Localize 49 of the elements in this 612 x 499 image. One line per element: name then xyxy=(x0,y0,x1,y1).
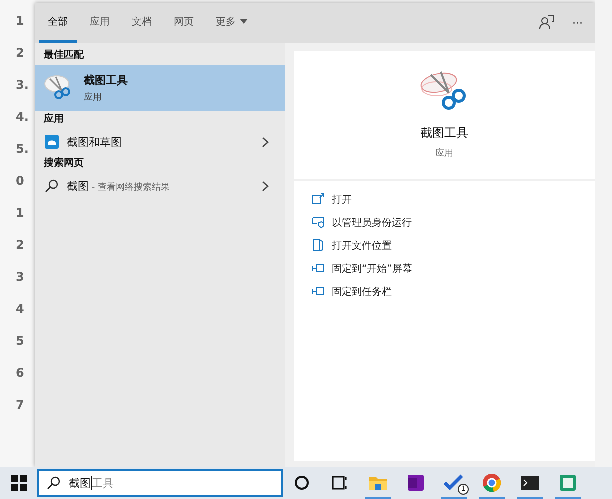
page-text: 6 xyxy=(16,365,24,382)
app-icon xyxy=(45,135,59,149)
action-item[interactable]: 固定到“开始”屏幕 xyxy=(312,260,595,277)
tab[interactable]: 更多 xyxy=(207,3,257,43)
tab[interactable]: 网页 xyxy=(165,3,203,43)
action-item[interactable]: 固定到任务栏 xyxy=(312,283,595,300)
page-text: 3 xyxy=(16,269,24,286)
chevron-icon[interactable] xyxy=(262,136,269,148)
page-text: 4. xyxy=(16,109,29,126)
section-header: 搜索网页 xyxy=(42,156,85,171)
tab[interactable]: 文档 xyxy=(123,3,161,43)
section-header: 应用 xyxy=(43,112,65,127)
page-text: 2 xyxy=(16,237,24,254)
section-header: 最佳匹配 xyxy=(43,48,85,63)
tab[interactable]: 应用 xyxy=(81,3,119,43)
result-title: 截图和草图 xyxy=(67,134,123,150)
page-text: 5. xyxy=(16,141,29,158)
chevron-icon[interactable] xyxy=(262,180,269,192)
page-text: 3. xyxy=(16,77,29,94)
page-text: 1 xyxy=(16,13,24,30)
search-field[interactable]: 截图工具 xyxy=(37,469,283,497)
browser-icon[interactable] xyxy=(481,472,503,494)
app-type: 应用 xyxy=(436,148,454,160)
result-title: 截图 - 查看网络搜索结果 xyxy=(67,178,171,194)
action-item[interactable]: 打开 xyxy=(312,191,595,208)
open-icon xyxy=(312,193,325,206)
search-icon xyxy=(47,476,61,490)
result-item[interactable]: 截图和草图 xyxy=(35,129,285,155)
shield-icon xyxy=(312,216,325,229)
windows-icon[interactable] xyxy=(11,475,27,491)
page-text: 0 xyxy=(16,173,24,190)
page-text: 7 xyxy=(16,397,24,414)
action-item[interactable]: 打开文件位置 xyxy=(312,237,595,254)
result-item[interactable]: 截图 - 查看网络搜索结果 xyxy=(35,173,285,199)
more-button[interactable]: ··· xyxy=(572,16,583,30)
search-icon xyxy=(45,179,59,193)
action-item[interactable]: 以管理员身份运行 xyxy=(312,214,595,231)
result-type: 应用 xyxy=(84,92,103,104)
app-icon[interactable] xyxy=(405,472,427,494)
page-text: 5 xyxy=(16,333,24,350)
result-item[interactable]: 截图工具 应用 xyxy=(35,65,285,111)
page-text: 2 xyxy=(16,45,24,62)
pin-icon xyxy=(312,262,325,275)
feedback-icon[interactable] xyxy=(538,15,554,31)
app-title: 截图工具 xyxy=(420,125,468,142)
page-text: 4 xyxy=(16,301,24,318)
pin-icon xyxy=(312,285,325,298)
page-text: 1 xyxy=(16,205,24,222)
result-title: 截图工具 xyxy=(84,72,128,88)
